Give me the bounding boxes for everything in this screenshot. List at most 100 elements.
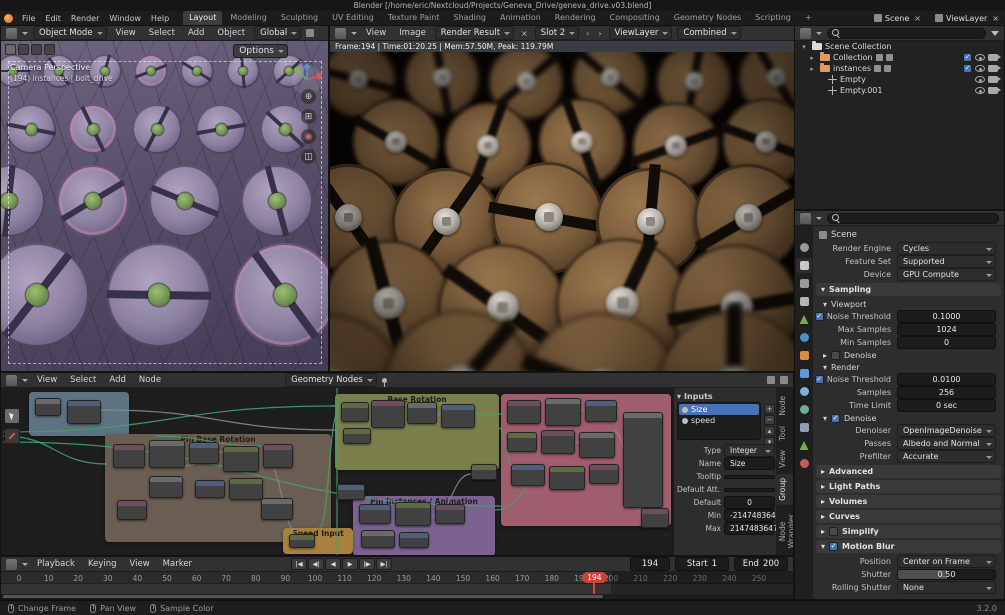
timeline-menu-marker[interactable]: Marker: [159, 559, 196, 569]
hide-eye-icon[interactable]: [975, 87, 985, 94]
jump-to-end-button[interactable]: ▶|: [376, 558, 392, 570]
sampling-viewport-subheader[interactable]: ▾ Viewport: [813, 298, 1004, 310]
feature-set-dropdown[interactable]: Supported: [897, 255, 996, 268]
outliner-row-collection[interactable]: ▸ Collection ✓: [795, 52, 1004, 63]
collection-checkbox[interactable]: ✓: [963, 64, 972, 73]
input-name-field[interactable]: Size: [724, 457, 775, 470]
geometry-node[interactable]: [545, 398, 581, 426]
object-data-properties-tab[interactable]: [796, 438, 812, 453]
curves-section-header[interactable]: ▸ Curves: [816, 510, 1001, 523]
outliner-row-empty[interactable]: Empty: [795, 74, 1004, 85]
menu-help[interactable]: Help: [147, 14, 173, 23]
jump-to-start-button[interactable]: |◀: [291, 558, 307, 570]
geometry-node[interactable]: [549, 466, 585, 490]
select-box-tool-icon[interactable]: [4, 408, 20, 424]
input-default-attr-field[interactable]: [724, 488, 775, 492]
geometry-node[interactable]: [195, 480, 225, 498]
passes-dropdown[interactable]: Albedo and Normal: [897, 437, 996, 450]
geometry-node[interactable]: [623, 412, 663, 508]
timeline-playhead[interactable]: 194: [593, 572, 595, 594]
workspace-tab-sculpting[interactable]: Sculpting: [275, 11, 324, 25]
camera-view-icon[interactable]: ◉: [301, 129, 316, 144]
workspace-tab-animation[interactable]: Animation: [494, 11, 547, 25]
view-layer-properties-tab[interactable]: [796, 294, 812, 309]
max-samples-field[interactable]: 1024: [897, 323, 996, 336]
snap-magnet-icon[interactable]: [767, 376, 775, 384]
hide-eye-icon[interactable]: [975, 65, 985, 72]
geometry-node[interactable]: [341, 402, 369, 422]
hide-eye-icon[interactable]: [975, 76, 985, 83]
scene-selector[interactable]: Scene: [885, 14, 909, 23]
viewport-menu-object[interactable]: Object: [213, 28, 249, 38]
workspace-tab-geometry-nodes[interactable]: Geometry Nodes: [668, 11, 747, 25]
geometry-node[interactable]: [359, 504, 391, 524]
input-tooltip-field[interactable]: [724, 475, 775, 479]
geometry-node[interactable]: [263, 444, 293, 468]
pan-icon[interactable]: ⊞: [301, 109, 316, 124]
workspace-tab-compositing[interactable]: Compositing: [604, 11, 666, 25]
tool-properties-tab[interactable]: [796, 240, 812, 255]
prefilter-dropdown[interactable]: Accurate: [897, 450, 996, 463]
motion-blur-checkbox[interactable]: ✓: [829, 542, 838, 551]
input-max-field[interactable]: 2147483647: [724, 522, 775, 535]
image-menu-view[interactable]: View: [362, 28, 390, 38]
rolling-shutter-dropdown[interactable]: None: [897, 581, 996, 594]
hide-eye-icon[interactable]: [975, 54, 985, 61]
mb-shutter-slider[interactable]: 0.50: [897, 569, 996, 580]
geometry-node[interactable]: [441, 404, 475, 428]
motion-blur-section-header[interactable]: ▾ ✓ Motion Blur: [816, 540, 1001, 553]
render-properties-tab[interactable]: [796, 258, 812, 273]
filter-icon[interactable]: [991, 31, 999, 36]
geometry-node[interactable]: [641, 508, 669, 528]
editor-type-3d-viewport-icon[interactable]: [6, 28, 17, 39]
samples-field[interactable]: 256: [897, 386, 996, 399]
render-noise-threshold-field[interactable]: 0.0100: [897, 373, 996, 386]
workspace-tab-texture-paint[interactable]: Texture Paint: [382, 11, 446, 25]
frame-end-field[interactable]: End200: [734, 557, 788, 571]
geometry-node[interactable]: [149, 476, 183, 498]
scrollbar-thumb[interactable]: [3, 595, 603, 598]
geometry-node[interactable]: [189, 442, 219, 464]
outliner-item-label[interactable]: Collection: [833, 53, 873, 62]
image-menu-image[interactable]: Image: [395, 28, 430, 38]
node-menu-node[interactable]: Node: [135, 375, 165, 385]
outliner-item-label[interactable]: Empty.001: [840, 86, 882, 95]
group-input-speed[interactable]: speed: [679, 415, 759, 426]
geometry-node[interactable]: [511, 464, 545, 486]
workspace-tab-layout[interactable]: Layout: [183, 11, 222, 25]
disable-render-icon[interactable]: [988, 65, 998, 72]
render-engine-dropdown[interactable]: Cycles: [897, 242, 996, 255]
sidebar-tab-node-wrangler[interactable]: Node Wrangler: [776, 507, 793, 555]
outliner-row-instances[interactable]: ▸ instances ✓: [795, 63, 1004, 74]
expand-caret-icon[interactable]: ▸: [807, 65, 817, 73]
node-menu-view[interactable]: View: [33, 375, 61, 385]
noise-threshold-checkbox[interactable]: ✓: [815, 375, 824, 384]
outliner-item-label[interactable]: instances: [833, 64, 871, 73]
editor-type-node-icon[interactable]: [6, 375, 17, 386]
mode-dropdown[interactable]: Object Mode: [33, 26, 107, 40]
render-denoise-checkbox[interactable]: ✓: [831, 414, 840, 423]
outliner-row-scene-collection[interactable]: ▾ Scene Collection: [795, 41, 1004, 52]
mb-position-dropdown[interactable]: Center on Frame: [897, 555, 996, 568]
denoiser-dropdown[interactable]: OpenImageDenoise: [897, 424, 996, 437]
current-frame-field[interactable]: 194: [630, 557, 670, 571]
menu-edit[interactable]: Edit: [41, 14, 65, 23]
node-canvas[interactable]: Base Rotation Pin Base Rotation Pin Inst…: [1, 388, 673, 555]
menu-window[interactable]: Window: [105, 14, 145, 23]
menu-file[interactable]: File: [18, 14, 39, 23]
geometry-node[interactable]: [337, 484, 365, 500]
material-properties-tab[interactable]: [796, 456, 812, 471]
menu-render[interactable]: Render: [67, 14, 103, 23]
properties-search-input[interactable]: [843, 213, 994, 224]
geometry-node[interactable]: [507, 400, 541, 424]
geometry-node[interactable]: [117, 500, 147, 520]
geometry-node[interactable]: [541, 430, 575, 454]
geometry-node[interactable]: [399, 532, 429, 548]
outliner-search-input[interactable]: [843, 28, 981, 39]
output-properties-tab[interactable]: [796, 276, 812, 291]
simplify-section-header[interactable]: ▸ Simplify: [816, 525, 1001, 538]
sidebar-tab-view[interactable]: View: [776, 446, 793, 472]
constraints-properties-tab[interactable]: [796, 420, 812, 435]
geometry-node[interactable]: [579, 432, 615, 458]
slot-next-icon[interactable]: ›: [596, 29, 603, 38]
